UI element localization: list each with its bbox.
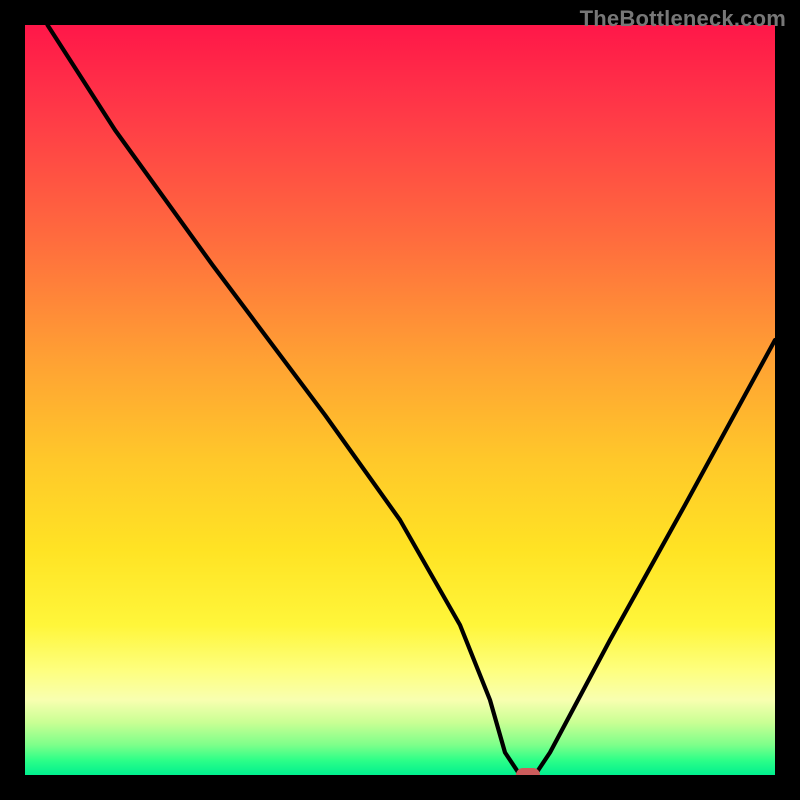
chart-frame: TheBottleneck.com: [0, 0, 800, 800]
bottleneck-curve: [25, 25, 775, 775]
plot-area: [25, 25, 775, 775]
optimum-marker: [516, 768, 540, 775]
watermark-text: TheBottleneck.com: [580, 6, 786, 32]
